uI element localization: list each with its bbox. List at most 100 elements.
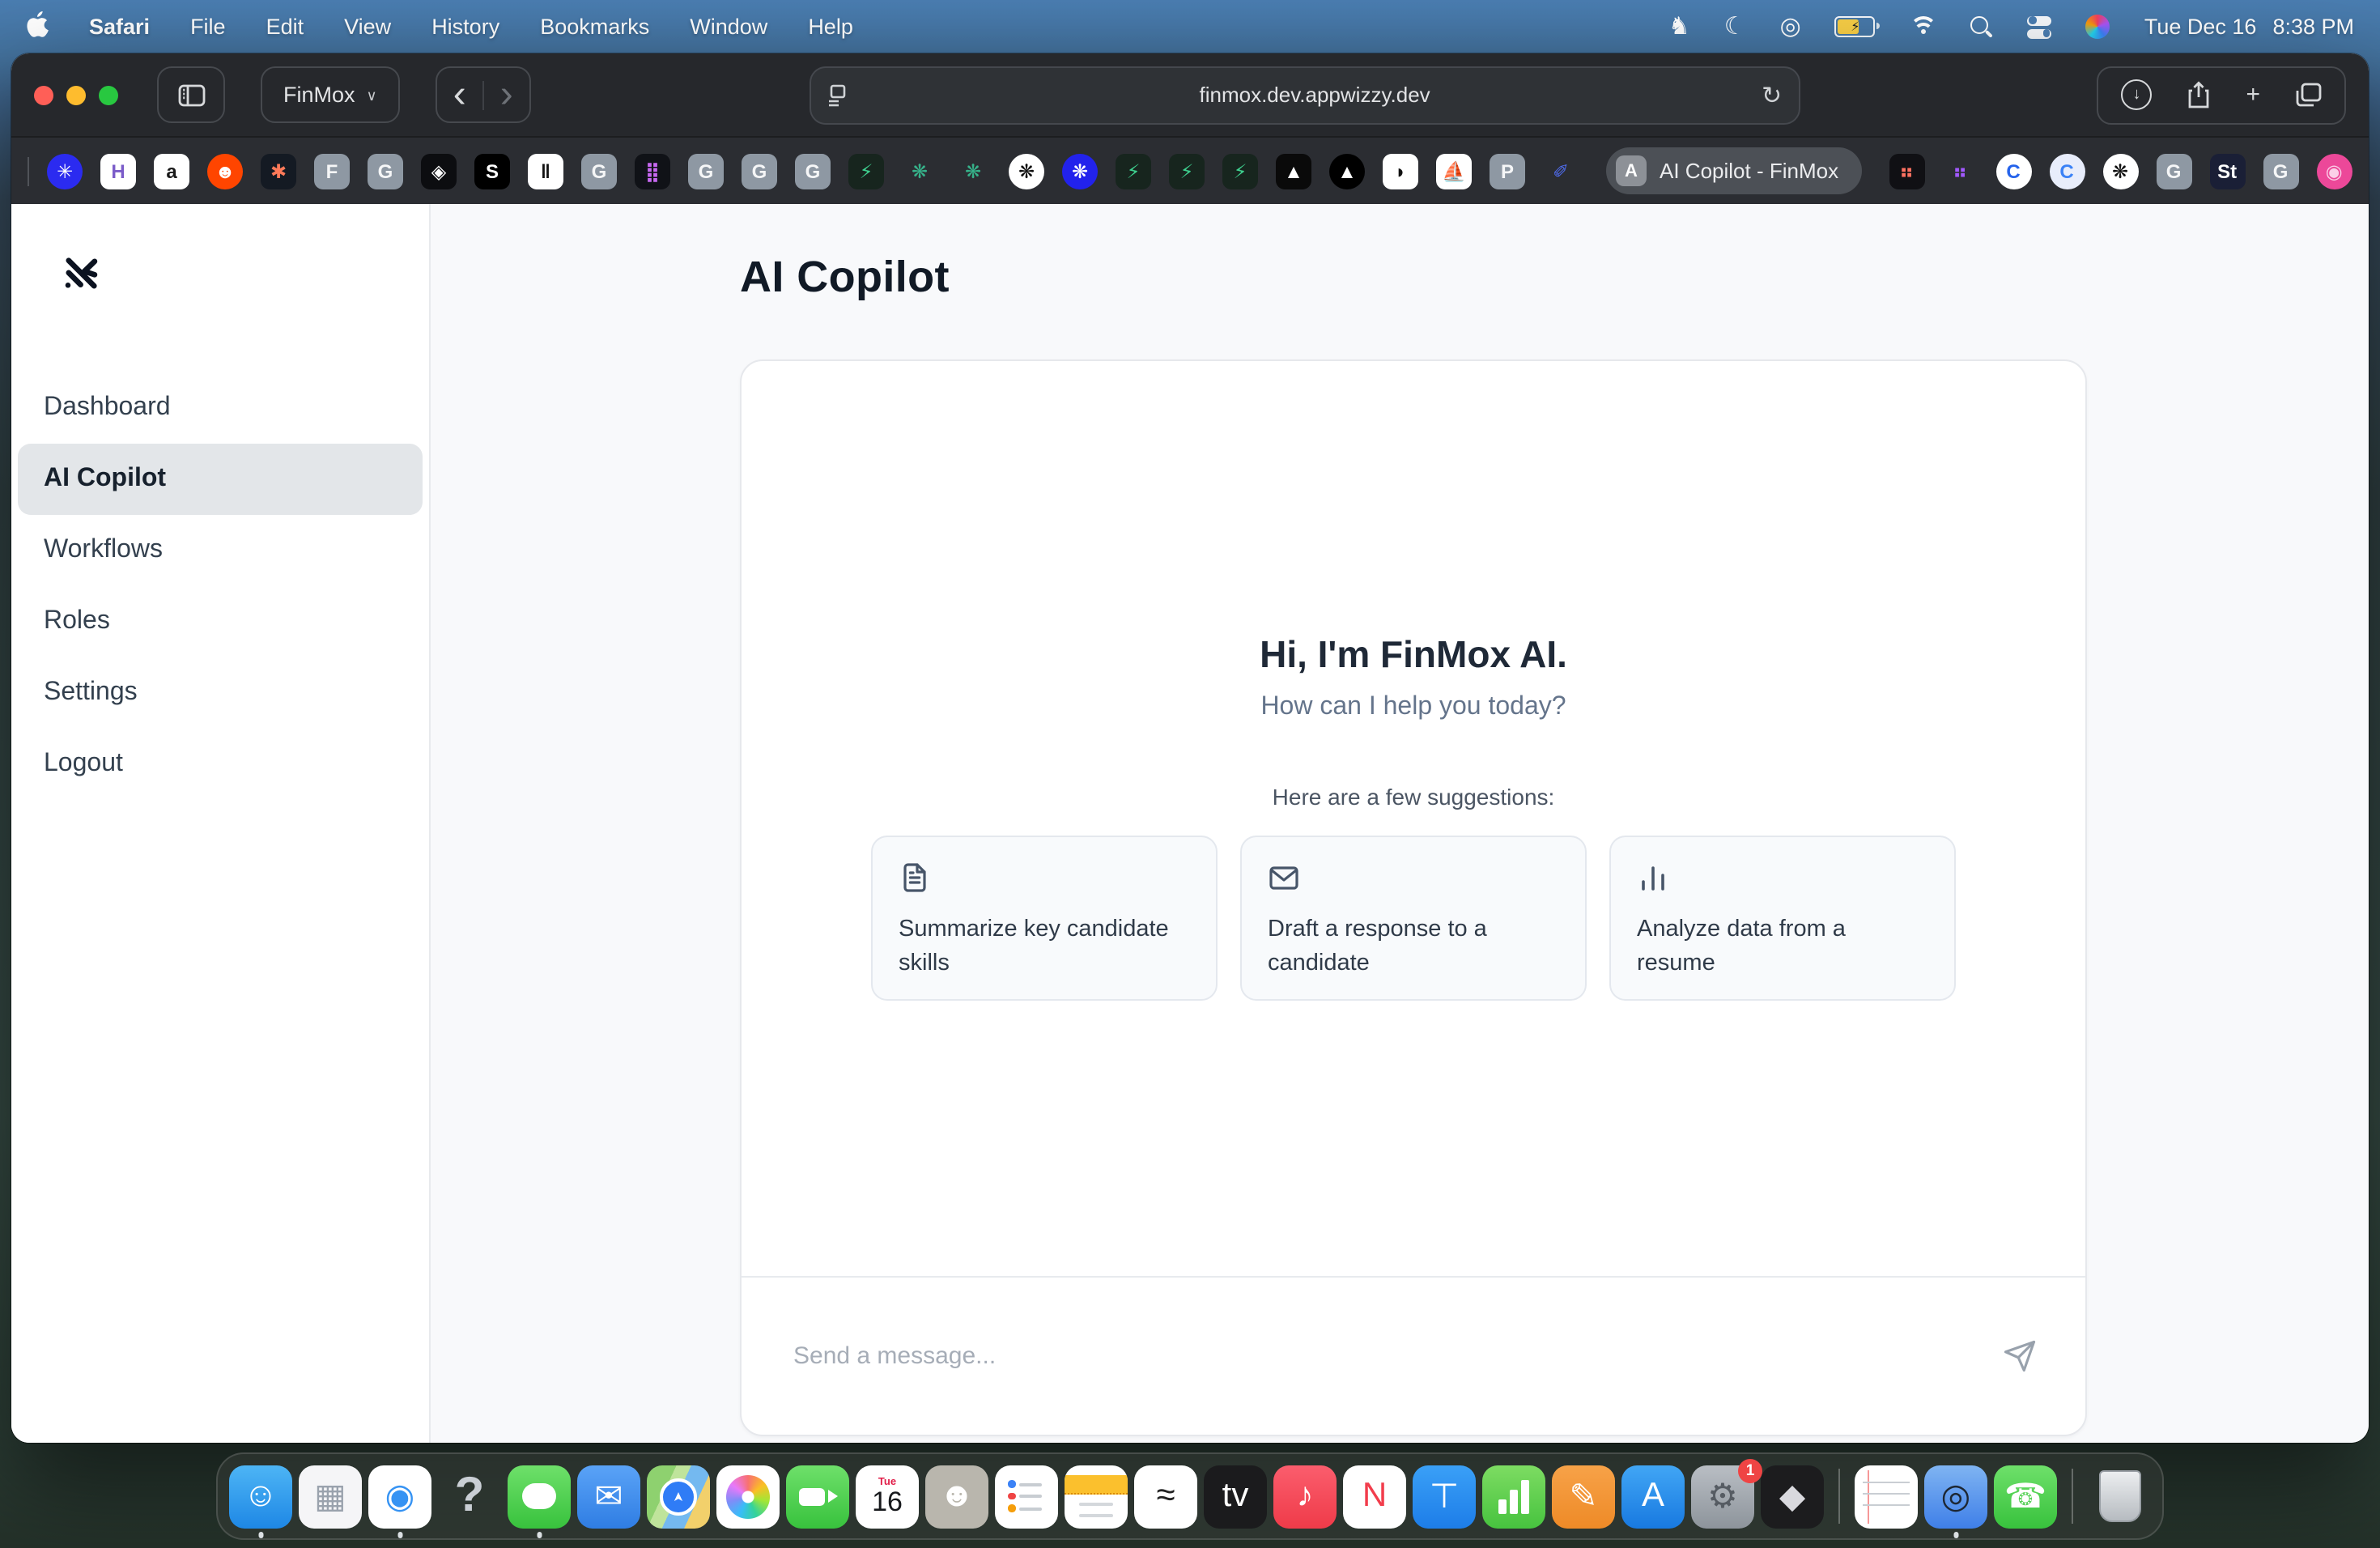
circle-c-icon[interactable]: C [1995, 153, 2031, 189]
pages-dock-icon[interactable]: ✎ [1552, 1465, 1615, 1528]
siri-icon[interactable] [2086, 15, 2110, 39]
amazon-icon[interactable]: a [154, 153, 189, 189]
facetime-dock-icon[interactable] [786, 1465, 849, 1528]
bolt-icon[interactable]: ⚡ [1222, 153, 1258, 189]
photos-dock-icon[interactable] [716, 1465, 780, 1528]
minimize-window-button[interactable] [66, 85, 86, 104]
bolt-icon[interactable]: ⚡ [848, 153, 884, 189]
bolt-icon[interactable]: ⚡ [1116, 153, 1151, 189]
system-settings-dock-icon[interactable]: ⚙1 [1691, 1465, 1754, 1528]
suggestion-card-summarize[interactable]: Summarize key candidate skills [871, 836, 1218, 1001]
maps-dock-icon[interactable]: ➤ [647, 1465, 710, 1528]
site-menu-button[interactable]: FinMox ∨ [261, 66, 400, 123]
menu-item-view[interactable]: View [344, 15, 391, 39]
circle-c-light-icon[interactable]: C [2049, 153, 2085, 189]
reminders-dock-icon[interactable] [995, 1465, 1058, 1528]
menu-item-edit[interactable]: Edit [266, 15, 304, 39]
zoom-window-button[interactable] [99, 85, 118, 104]
black-cube-dock-icon[interactable]: ◆ [1761, 1465, 1824, 1528]
hubspot-icon[interactable]: ✱ [261, 153, 296, 189]
keynote-dock-icon[interactable]: ⊤ [1413, 1465, 1476, 1528]
launchpad-dock-icon[interactable]: ▦ [299, 1465, 362, 1528]
openai-blue-icon[interactable]: ❋ [1062, 153, 1098, 189]
apple-menu-icon[interactable] [26, 11, 49, 42]
figma-icon[interactable]: ⠶ [1942, 153, 1978, 189]
active-tab[interactable]: A AI Copilot - FinMox [1606, 147, 1861, 194]
send-button[interactable] [2003, 1339, 2037, 1373]
news-dock-icon[interactable]: N [1343, 1465, 1406, 1528]
menu-item-help[interactable]: Help [808, 15, 853, 39]
menu-bar-clock[interactable]: Tue Dec 16 8:38 PM [2144, 15, 2354, 39]
back-button[interactable]: ‹ [437, 75, 482, 114]
chatgpt-blue-icon[interactable]: ✳ [47, 153, 83, 189]
openai-icon[interactable]: ❋ [1009, 153, 1044, 189]
vercel-icon[interactable]: ▲ [1276, 153, 1311, 189]
openai-icon[interactable]: ❋ [2102, 153, 2138, 189]
green-spiral-icon[interactable]: ❋ [955, 153, 991, 189]
photo-booth-dock-icon[interactable]: ◎ [1924, 1465, 1987, 1528]
menu-item-window[interactable]: Window [690, 15, 767, 39]
downloads-button[interactable]: ↓ [2121, 79, 2152, 110]
menu-item-safari[interactable]: Safari [89, 15, 150, 39]
reddit-icon[interactable]: ☻ [207, 153, 243, 189]
numbers-dock-icon[interactable] [1482, 1465, 1545, 1528]
swoosh-icon[interactable]: ◗ [1383, 153, 1418, 189]
sidebar-item-logout[interactable]: Logout [18, 729, 423, 800]
message-input[interactable] [790, 1341, 1977, 1372]
menu-item-file[interactable]: File [190, 15, 226, 39]
suggestion-card-analyze-data[interactable]: Analyze data from a resume [1609, 836, 1956, 1001]
dribbble-icon[interactable]: ◉ [2316, 153, 2352, 189]
notes-dock-icon[interactable] [1065, 1465, 1128, 1528]
reload-icon[interactable]: ↻ [1762, 80, 1782, 109]
letter-g-icon[interactable]: G [368, 153, 403, 189]
figma-dark-icon[interactable]: ⠶ [1889, 153, 1924, 189]
new-tab-button[interactable]: + [2246, 81, 2260, 108]
control-center-icon[interactable] [2028, 15, 2052, 38]
app-menu-icon[interactable]: ♞ [1668, 15, 1690, 39]
letter-g-icon[interactable]: G [688, 153, 724, 189]
close-window-button[interactable] [34, 85, 53, 104]
sidebar-item-settings[interactable]: Settings [18, 657, 423, 729]
mail-dock-icon[interactable]: ✉ [577, 1465, 640, 1528]
forward-button[interactable]: › [484, 75, 529, 114]
sidebar-item-dashboard[interactable]: Dashboard [18, 372, 423, 444]
sidebar-toggle-button[interactable] [157, 66, 225, 123]
menu-item-bookmarks[interactable]: Bookmarks [540, 15, 649, 39]
safari-dock-icon[interactable]: ◉ [368, 1465, 431, 1528]
calendar-dock-icon[interactable]: Tue16 [856, 1465, 919, 1528]
apple-tv-dock-icon[interactable]: tv [1204, 1465, 1267, 1528]
pause-icon[interactable]: ‖ [528, 153, 563, 189]
finder-dock-icon[interactable]: ☺ [229, 1465, 292, 1528]
letter-g-icon[interactable]: G [795, 153, 831, 189]
help-dock-icon[interactable]: ? [438, 1465, 501, 1528]
sidebar-item-roles[interactable]: Roles [18, 586, 423, 657]
vercel-circle-icon[interactable]: ▲ [1329, 153, 1365, 189]
green-spiral-icon[interactable]: ❋ [902, 153, 937, 189]
letter-g-icon[interactable]: G [2263, 153, 2298, 189]
bolt-icon[interactable]: ⚡ [1169, 153, 1205, 189]
letter-f-icon[interactable]: F [314, 153, 350, 189]
wifi-icon[interactable] [1910, 16, 1937, 37]
phone-dock-icon[interactable]: ☎ [1994, 1465, 2057, 1528]
script-s-icon[interactable]: S [474, 153, 510, 189]
freeform-dock-icon[interactable]: ≈ [1134, 1465, 1197, 1528]
music-dock-icon[interactable]: ♪ [1273, 1465, 1337, 1528]
share-button[interactable] [2187, 81, 2210, 108]
sidebar-item-ai-copilot[interactable]: AI Copilot [18, 444, 423, 515]
textedit-dock-icon[interactable] [1855, 1465, 1918, 1528]
messages-dock-icon[interactable] [508, 1465, 571, 1528]
contacts-dock-icon[interactable]: ☻ [925, 1465, 988, 1528]
spotlight-icon[interactable] [1971, 15, 1994, 38]
address-bar[interactable]: finmox.dev.appwizzy.dev ↻ [809, 66, 1800, 124]
reader-view-icon[interactable] [827, 83, 848, 106]
focus-moon-icon[interactable]: ☾ [1724, 15, 1746, 39]
pen-icon[interactable]: ✐ [1543, 153, 1579, 189]
menu-item-history[interactable]: History [431, 15, 499, 39]
letter-p-icon[interactable]: P [1490, 153, 1525, 189]
sailboat-icon[interactable]: ⛵ [1436, 153, 1472, 189]
letter-g-icon[interactable]: G [742, 153, 777, 189]
diamond-icon[interactable]: ◈ [421, 153, 457, 189]
trash-dock-icon[interactable] [2088, 1465, 2151, 1528]
battery-icon[interactable]: ⚡ [1835, 16, 1876, 37]
pixel-dots-icon[interactable]: ⣿ [635, 153, 670, 189]
